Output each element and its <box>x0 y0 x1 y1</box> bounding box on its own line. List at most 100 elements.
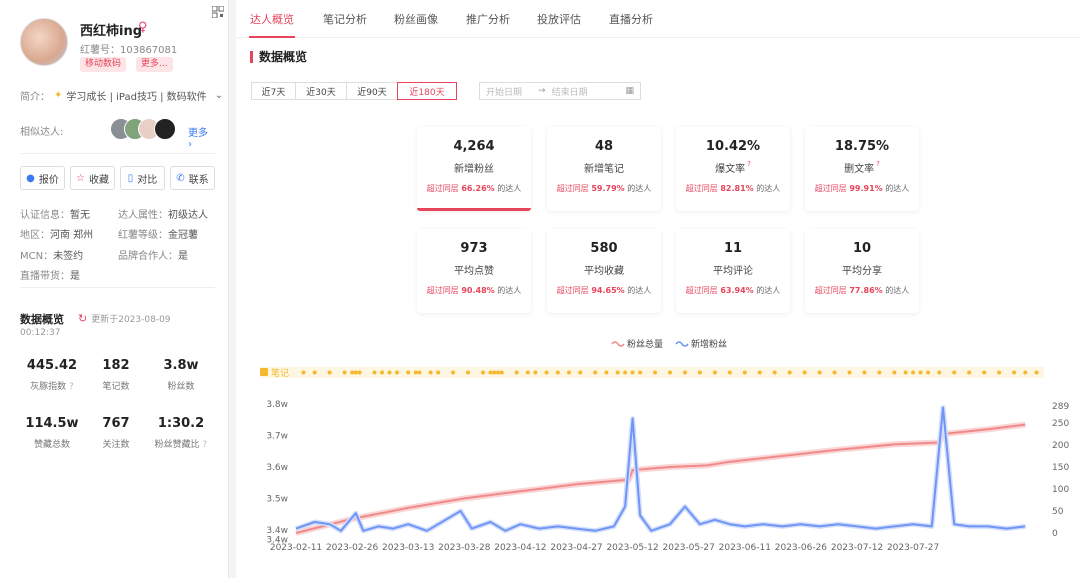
date-range-picker[interactable]: 开始日期 → 结束日期 ▦ <box>479 82 641 100</box>
stat-value: 10 <box>852 241 872 256</box>
note-dot <box>727 370 732 375</box>
stat-fans: 3.8w 粉丝数 <box>163 358 199 392</box>
profile-name: 西红柿ing <box>80 24 143 39</box>
stat-card-avg-shares[interactable]: 10 平均分享 超过同层 77.86% 的达人 <box>805 229 919 313</box>
qr-code-icon[interactable] <box>212 6 224 18</box>
stat-label: 平均收藏 <box>584 266 624 277</box>
legend-fans-total-icon <box>611 341 625 347</box>
x-tick: 2023-05-27 <box>663 543 715 553</box>
star-icon: ✦ <box>54 90 63 101</box>
stat-label: 平均点赞 <box>454 266 494 277</box>
info-attribute: 达人属性：初级达人 <box>118 210 208 221</box>
note-dot <box>937 370 942 375</box>
category-tag[interactable]: 移动数码 <box>80 57 127 72</box>
info-brand-partner: 品牌合作人：是 <box>118 251 188 262</box>
note-dot <box>911 370 916 375</box>
note-dot <box>394 370 399 375</box>
range-90d[interactable]: 近90天 <box>346 82 398 100</box>
x-tick: 2023-07-12 <box>831 543 883 553</box>
note-dot <box>417 370 422 375</box>
note-dot <box>892 370 897 375</box>
intro-text: 学习成长 | iPad技巧 | 数码软件 <box>66 92 207 103</box>
note-dot <box>997 370 1002 375</box>
range-7d[interactable]: 近7天 <box>251 82 296 100</box>
note-dot <box>555 370 560 375</box>
note-dot <box>712 370 717 375</box>
note-dot <box>1034 370 1039 375</box>
red-id: 红薯号：103867081 <box>80 45 178 56</box>
similar-avatar[interactable] <box>154 118 176 140</box>
tab-notes[interactable]: 笔记分析 <box>323 11 367 27</box>
stat-percentile: 超过同层 90.48% 的达人 <box>426 286 522 295</box>
quote-button[interactable]: ● 报价 <box>20 166 65 190</box>
stat-card-avg-saves[interactable]: 580 平均收藏 超过同层 94.65% 的达人 <box>547 229 661 313</box>
range-180d[interactable]: 近180天 <box>397 82 457 100</box>
tab-live[interactable]: 直播分析 <box>609 11 653 27</box>
y-right-tick: 0 <box>1052 529 1058 539</box>
note-dot <box>495 370 500 375</box>
stat-card-new-fans[interactable]: 4,264 新增粉丝 超过同层 66.26% 的达人 <box>417 127 531 211</box>
y-left-tick: 3.8w <box>266 400 288 410</box>
note-dot <box>533 370 538 375</box>
notes-label: 笔记 <box>271 367 289 379</box>
stat-label: 平均评论 <box>713 266 753 277</box>
note-dot <box>697 370 702 375</box>
note-dot <box>357 370 362 375</box>
note-dot <box>436 370 441 375</box>
main-content: 达人概览 笔记分析 粉丝画像 推广分析 投放评估 直播分析 数据概览 近7天 近… <box>236 0 1080 578</box>
tab-overview[interactable]: 达人概览 <box>250 11 294 27</box>
help-icon[interactable]: ? <box>200 440 208 450</box>
help-icon[interactable]: ? <box>747 160 751 168</box>
notes-marker-icon <box>260 368 268 376</box>
help-icon[interactable]: ? <box>876 160 880 168</box>
help-icon[interactable]: ? <box>66 382 74 392</box>
female-icon: ♀ <box>138 20 148 35</box>
more-tags-button[interactable]: 更多... <box>136 57 173 72</box>
tab-fans[interactable]: 粉丝画像 <box>394 11 438 27</box>
star-outline-icon: ☆ <box>76 172 85 184</box>
x-tick: 2023-02-11 <box>270 543 322 553</box>
y-right-tick: 150 <box>1052 463 1069 473</box>
y-right-tick: 100 <box>1052 485 1069 495</box>
note-dot <box>862 370 867 375</box>
calendar-icon[interactable]: ▦ <box>625 86 634 96</box>
note-dot <box>525 370 530 375</box>
note-dot <box>499 370 504 375</box>
x-tick: 2023-07-27 <box>887 543 939 553</box>
note-dot <box>952 370 957 375</box>
info-live-selling: 直播带货：是 <box>20 271 80 282</box>
refresh-icon[interactable]: ↻ <box>78 312 87 325</box>
range-30d[interactable]: 近30天 <box>295 82 347 100</box>
note-dot <box>544 370 549 375</box>
similar-creators: 相似达人: 更多 › <box>20 118 215 150</box>
tab-placement[interactable]: 投放评估 <box>537 11 581 27</box>
y-left-tick: 3.7w <box>266 432 288 442</box>
tab-bar: 达人概览 笔记分析 粉丝画像 推广分析 投放评估 直播分析 <box>236 0 1080 38</box>
similar-more-link[interactable]: 更多 › <box>188 124 215 150</box>
avatar[interactable] <box>20 18 68 66</box>
start-date-input[interactable]: 开始日期 <box>486 85 522 98</box>
end-date-input[interactable]: 结束日期 <box>552 85 588 98</box>
tab-promotion[interactable]: 推广分析 <box>466 11 510 27</box>
note-dot <box>604 370 609 375</box>
note-dot <box>832 370 837 375</box>
stat-card-delete-rate[interactable]: 18.75% 删文率? 超过同层 99.91% 的达人 <box>805 127 919 211</box>
stat-card-hit-rate[interactable]: 10.42% 爆文率? 超过同层 82.81% 的达人 <box>676 127 790 211</box>
stat-percentile: 超过同层 59.79% 的达人 <box>556 184 652 193</box>
stat-card-new-notes[interactable]: 48 新增笔记 超过同层 59.79% 的达人 <box>547 127 661 211</box>
chevron-down-icon[interactable]: ⌄ <box>215 90 223 101</box>
stat-card-avg-comments[interactable]: 11 平均评论 超过同层 63.94% 的达人 <box>676 229 790 313</box>
active-card-indicator <box>417 208 531 211</box>
stat-card-avg-likes[interactable]: 973 平均点赞超过同层 90.48% 的达人 <box>417 229 531 313</box>
tab-underline <box>249 36 295 38</box>
stat-value: 48 <box>594 139 614 154</box>
stat-value: 18.75% <box>834 139 890 154</box>
note-dot <box>481 370 485 375</box>
compare-button[interactable]: ▯ 对比 <box>120 166 165 190</box>
note-dot <box>312 370 317 375</box>
favorite-button[interactable]: ☆ 收藏 <box>70 166 115 190</box>
note-dot <box>926 370 931 375</box>
contact-button[interactable]: ✆ 联系 <box>170 166 215 190</box>
stat-value: 973 <box>460 241 488 256</box>
note-dot <box>630 370 635 375</box>
